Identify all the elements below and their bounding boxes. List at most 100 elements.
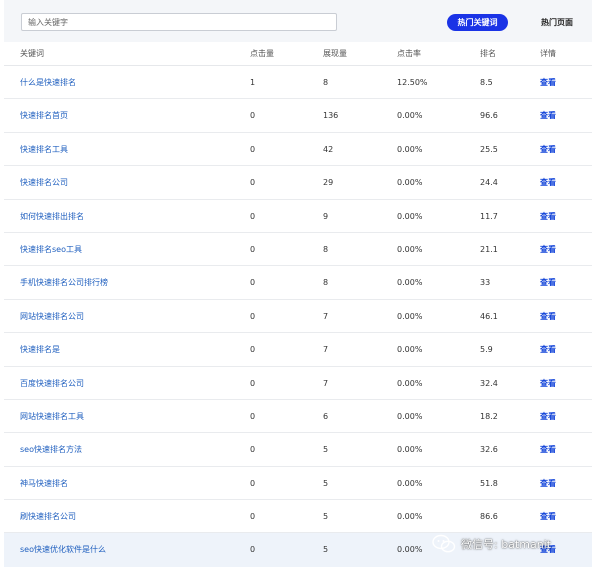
impressions-value: 6: [323, 411, 329, 421]
impressions-value: 8: [323, 278, 329, 288]
detail-link[interactable]: 查看: [540, 200, 556, 233]
detail-link[interactable]: 查看: [540, 333, 556, 366]
header-keyword: 关键词: [20, 49, 44, 58]
header-impressions: 展现量: [323, 49, 347, 58]
impressions-value: 7: [323, 378, 329, 388]
clicks-value: 0: [250, 545, 256, 555]
clicks-value: 0: [250, 512, 256, 522]
rank-value: 25.5: [480, 144, 498, 154]
table-row: 快速排名公司 0 29 0.00% 24.4 查看: [4, 166, 592, 200]
ctr-value: 0.00%: [397, 478, 423, 488]
keyword-link[interactable]: 快速排名是: [20, 333, 60, 366]
keyword-link[interactable]: 快速排名seo工具: [20, 233, 82, 266]
impressions-value: 5: [323, 512, 329, 522]
impressions-value: 29: [323, 178, 334, 188]
ctr-value: 0.00%: [397, 445, 423, 455]
clicks-value: 0: [250, 345, 256, 355]
table-row: 网站快速排名工具 0 6 0.00% 18.2 查看: [4, 400, 592, 434]
table-row: 手机快速排名公司排行榜 0 8 0.00% 33 查看: [4, 266, 592, 300]
clicks-value: 0: [250, 111, 256, 121]
impressions-value: 5: [323, 545, 329, 555]
ctr-value: 0.00%: [397, 278, 423, 288]
tab-hot-pages[interactable]: 热门页面: [527, 14, 587, 31]
rank-value: 32.6: [480, 445, 498, 455]
detail-link[interactable]: 查看: [540, 433, 556, 466]
rank-value: 11.7: [480, 211, 498, 221]
ctr-value: 12.50%: [397, 78, 428, 87]
detail-link[interactable]: 查看: [540, 400, 556, 433]
rank-value: 86.6: [480, 512, 498, 522]
keyword-link[interactable]: 如何快速排出排名: [20, 200, 84, 233]
tab-hot-keywords[interactable]: 热门关键词: [447, 14, 508, 31]
keyword-link[interactable]: 百度快速排名公司: [20, 367, 84, 400]
header-clicks: 点击量: [250, 49, 274, 58]
detail-link[interactable]: 查看: [540, 500, 556, 533]
detail-link[interactable]: 查看: [540, 233, 556, 266]
detail-link[interactable]: 查看: [540, 99, 556, 132]
impressions-value: 7: [323, 311, 329, 321]
clicks-value: 0: [250, 244, 256, 254]
table-row: 快速排名是 0 7 0.00% 5.9 查看: [4, 333, 592, 367]
toolbar: 热门关键词 热门页面: [4, 0, 592, 42]
keyword-link[interactable]: 快速排名公司: [20, 166, 68, 199]
ctr-value: 0.00%: [397, 111, 423, 121]
rank-value: 32.4: [480, 378, 498, 388]
keyword-link[interactable]: 快速排名首页: [20, 99, 68, 132]
detail-link[interactable]: 查看: [540, 467, 556, 500]
detail-link[interactable]: 查看: [540, 66, 556, 99]
header-ctr: 点击率: [397, 49, 421, 58]
keyword-link[interactable]: seo快速优化软件是什么: [20, 533, 106, 566]
table-body: 什么是快速排名 1 8 12.50% 8.5 查看 快速排名首页 0 136 0.00% 96.6 查…: [4, 66, 592, 567]
table-row: 网站快速排名公司 0 7 0.00% 46.1 查看: [4, 300, 592, 334]
impressions-value: 5: [323, 445, 329, 455]
detail-link[interactable]: 查看: [540, 367, 556, 400]
impressions-value: 8: [323, 244, 329, 254]
clicks-value: 1: [250, 78, 256, 87]
table-row: 快速排名工具 0 42 0.00% 25.5 查看: [4, 133, 592, 167]
keyword-report-panel: 热门关键词 热门页面 关键词 点击量 展现量 点击率 排名 详情 什么是快速排名…: [4, 0, 596, 570]
clicks-value: 0: [250, 445, 256, 455]
rank-value: 21.1: [480, 244, 498, 254]
impressions-value: 5: [323, 478, 329, 488]
clicks-value: 0: [250, 144, 256, 154]
ctr-value: 0.00%: [397, 512, 423, 522]
keyword-link[interactable]: 手机快速排名公司排行榜: [20, 266, 108, 299]
ctr-value: 0.00%: [397, 211, 423, 221]
ctr-value: 0.00%: [397, 545, 423, 555]
clicks-value: 0: [250, 178, 256, 188]
ctr-value: 0.00%: [397, 345, 423, 355]
detail-link[interactable]: 查看: [540, 533, 556, 566]
keyword-link[interactable]: 刷快速排名公司: [20, 500, 76, 533]
keyword-link[interactable]: 网站快速排名工具: [20, 400, 84, 433]
rank-value: 96.6: [480, 111, 498, 121]
table-row: seo快速优化软件是什么 0 5 0.00% 查看: [4, 533, 592, 567]
table-header: 关键词 点击量 展现量 点击率 排名 详情: [4, 42, 592, 66]
rank-value: 5.9: [480, 345, 493, 355]
ctr-value: 0.00%: [397, 178, 423, 188]
table-row: 刷快速排名公司 0 5 0.00% 86.6 查看: [4, 500, 592, 534]
table-row: 快速排名seo工具 0 8 0.00% 21.1 查看: [4, 233, 592, 267]
search-input[interactable]: [22, 14, 336, 30]
detail-link[interactable]: 查看: [540, 133, 556, 166]
detail-link[interactable]: 查看: [540, 166, 556, 199]
keyword-link[interactable]: seo快速排名方法: [20, 433, 82, 466]
table-row: seo快速排名方法 0 5 0.00% 32.6 查看: [4, 433, 592, 467]
header-detail: 详情: [540, 49, 556, 58]
table-row: 百度快速排名公司 0 7 0.00% 32.4 查看: [4, 367, 592, 400]
detail-link[interactable]: 查看: [540, 300, 556, 333]
table-row: 神马快速排名 0 5 0.00% 51.8 查看: [4, 467, 592, 501]
keyword-link[interactable]: 快速排名工具: [20, 133, 68, 166]
impressions-value: 136: [323, 111, 339, 121]
clicks-value: 0: [250, 211, 256, 221]
clicks-value: 0: [250, 378, 256, 388]
rank-value: 46.1: [480, 311, 498, 321]
search-box[interactable]: [21, 13, 337, 31]
keyword-link[interactable]: 网站快速排名公司: [20, 300, 84, 333]
keyword-link[interactable]: 神马快速排名: [20, 467, 68, 500]
table-row: 什么是快速排名 1 8 12.50% 8.5 查看: [4, 66, 592, 100]
impressions-value: 9: [323, 211, 329, 221]
keyword-link[interactable]: 什么是快速排名: [20, 66, 76, 99]
detail-link[interactable]: 查看: [540, 266, 556, 299]
rank-value: 8.5: [480, 78, 493, 87]
rank-value: 33: [480, 278, 491, 288]
